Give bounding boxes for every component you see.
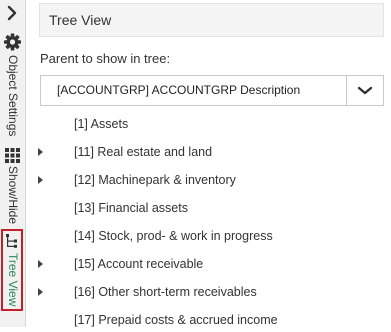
tree-node[interactable]: [1] Assets: [30, 112, 385, 136]
panel-title: Tree View: [39, 3, 384, 37]
tree-node-label: [16] Other short-term receivables: [74, 285, 257, 299]
tree-node-label: [14] Stock, prod- & work in progress: [74, 229, 273, 243]
expand-arrow-icon[interactable]: [38, 288, 43, 296]
object-settings-label: Object Settings: [5, 55, 20, 137]
object-settings-tab[interactable]: Object Settings: [0, 32, 25, 142]
tree-node[interactable]: [13] Financial assets: [30, 196, 385, 220]
expand-arrow-icon[interactable]: [38, 176, 43, 184]
chevron-down-icon: [357, 86, 373, 95]
tree-node[interactable]: [16] Other short-term receivables: [30, 280, 385, 304]
side-rail: Object Settings Show/Hide Tree View: [0, 0, 26, 327]
tree-node-label: [15] Account receivable: [74, 257, 204, 271]
chevron-right-icon: [7, 5, 17, 21]
tree-view-tab[interactable]: Tree View: [0, 231, 25, 309]
parent-label: Parent to show in tree:: [40, 51, 171, 66]
tree-node[interactable]: [14] Stock, prod- & work in progress: [30, 224, 385, 248]
tree-node[interactable]: [15] Account receivable: [30, 252, 385, 276]
parent-select[interactable]: [ACCOUNTGRP] ACCOUNTGRP Description: [40, 75, 384, 106]
gear-icon: [4, 33, 21, 51]
expand-arrow-icon[interactable]: [38, 148, 43, 156]
tree-node-label: [17] Prepaid costs & accrued income: [74, 313, 278, 327]
tree-node-label: [13] Financial assets: [74, 201, 188, 215]
tree-node-label: [12] Machinepark & inventory: [74, 173, 236, 187]
parent-select-button[interactable]: [346, 76, 383, 105]
tree-view-label: Tree View: [5, 253, 20, 307]
grid-icon: [5, 148, 20, 163]
tree-node-label: [11] Real estate and land: [74, 145, 213, 159]
tree-node-label: [1] Assets: [74, 117, 129, 131]
tree-node[interactable]: [17] Prepaid costs & accrued income: [30, 308, 385, 332]
tree-node[interactable]: [11] Real estate and land: [30, 140, 385, 164]
parent-select-value: [ACCOUNTGRP] ACCOUNTGRP Description: [57, 83, 301, 97]
show-hide-tab[interactable]: Show/Hide: [0, 144, 25, 226]
collapse-button[interactable]: [0, 2, 25, 24]
show-hide-label: Show/Hide: [5, 166, 20, 225]
tree-icon: [6, 234, 17, 248]
tree-node[interactable]: [12] Machinepark & inventory: [30, 168, 385, 192]
expand-arrow-icon[interactable]: [38, 260, 43, 268]
